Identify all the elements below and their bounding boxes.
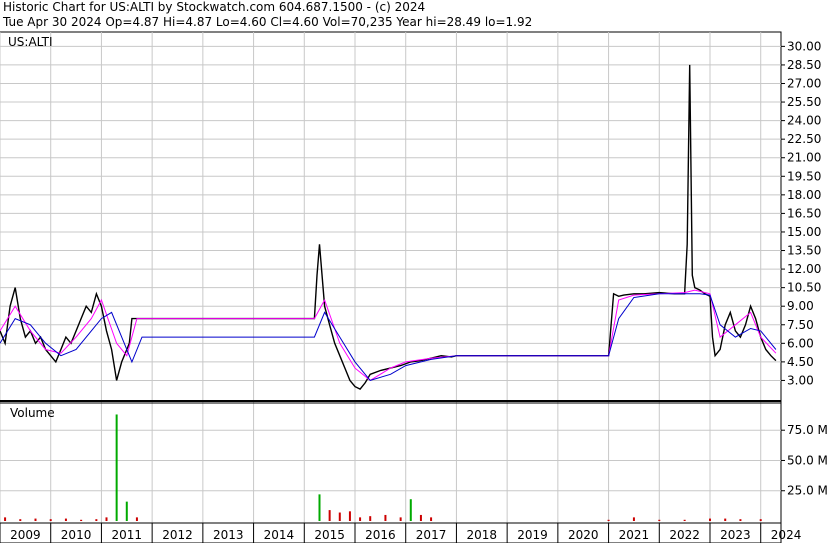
volume-bar — [318, 494, 321, 521]
volume-bar — [658, 519, 661, 521]
volume-bar — [369, 516, 372, 521]
price-tick-label: 27.00 — [787, 76, 821, 90]
year-tick-label: 2015 — [314, 528, 345, 542]
volume-bar — [759, 519, 762, 521]
volume-bar — [607, 519, 610, 521]
year-tick-label: 2009 — [10, 528, 41, 542]
volume-bar — [419, 514, 422, 521]
volume-bar — [384, 514, 387, 521]
volume-bar — [430, 517, 433, 521]
volume-bar — [709, 518, 711, 521]
volume-axis: 75.0 M 50.0 M 25.0 M — [781, 423, 828, 498]
year-tick-label: 2024 — [771, 528, 802, 542]
price-tick-label: 6.00 — [787, 336, 814, 350]
volume-bar — [34, 518, 37, 521]
volume-bar — [49, 519, 52, 521]
price-tick-label: 3.00 — [787, 373, 814, 387]
price-tick-label: 19.50 — [787, 169, 821, 183]
price-axis: 30.00 28.50 27.00 25.50 24.00 22.50 21.00 19.50… — [781, 39, 821, 387]
volume-bar — [409, 499, 412, 521]
volume-bar — [135, 517, 138, 521]
year-tick-label: 2012 — [162, 528, 193, 542]
volume-bar — [19, 519, 22, 521]
volume-tick-label: 25.0 M — [787, 484, 828, 498]
volume-bar — [348, 511, 351, 521]
year-tick-label: 2014 — [264, 528, 295, 542]
price-tick-label: 12.00 — [787, 262, 821, 276]
volume-bar — [115, 414, 118, 521]
volume-bar — [125, 501, 128, 521]
year-tick-label: 2011 — [112, 528, 143, 542]
volume-bar — [632, 517, 635, 521]
symbol-label: US:ALTI — [8, 35, 53, 49]
chart-canvas: 30.00 28.50 27.00 25.50 24.00 22.50 21.00 19.50… — [0, 31, 828, 543]
volume-bar — [338, 512, 341, 521]
volume-bar — [683, 519, 686, 521]
price-tick-label: 24.00 — [787, 114, 821, 128]
volume-bar — [739, 519, 742, 521]
year-tick-label: 2010 — [61, 528, 92, 542]
year-tick-label: 2023 — [720, 528, 751, 542]
volume-bar — [399, 517, 402, 521]
volume-bar — [4, 517, 7, 521]
price-tick-label: 18.00 — [787, 188, 821, 202]
price-tick-label: 10.50 — [787, 281, 821, 295]
price-tick-label: 4.50 — [787, 355, 814, 369]
price-tick-label: 9.00 — [787, 299, 814, 313]
price-tick-label: 22.50 — [787, 132, 821, 146]
volume-bar — [724, 518, 727, 521]
volume-bar — [105, 517, 108, 521]
volume-panel-label: Volume — [10, 406, 55, 420]
price-tick-label: 30.00 — [787, 39, 821, 53]
volume-bar — [95, 519, 98, 521]
price-tick-label: 7.50 — [787, 318, 814, 332]
volume-tick-label: 50.0 M — [787, 453, 828, 467]
volume-bar — [80, 519, 83, 521]
price-tick-label: 28.50 — [787, 58, 821, 72]
year-tick-label: 2022 — [669, 528, 700, 542]
price-tick-label: 15.00 — [787, 225, 821, 239]
volume-bar — [328, 510, 331, 521]
price-tick-label: 16.50 — [787, 206, 821, 220]
year-tick-label: 2017 — [416, 528, 447, 542]
year-tick-label: 2013 — [213, 528, 244, 542]
year-tick-label: 2021 — [619, 528, 650, 542]
volume-bar — [64, 518, 67, 521]
price-tick-label: 25.50 — [787, 95, 821, 109]
year-tick-label: 2016 — [365, 528, 396, 542]
year-tick-label: 2020 — [568, 528, 599, 542]
price-tick-label: 13.50 — [787, 244, 821, 258]
price-tick-label: 21.00 — [787, 151, 821, 165]
year-tick-label: 2019 — [517, 528, 548, 542]
volume-tick-label: 75.0 M — [787, 423, 828, 437]
year-tick-label: 2018 — [467, 528, 498, 542]
volume-bar — [359, 517, 362, 521]
